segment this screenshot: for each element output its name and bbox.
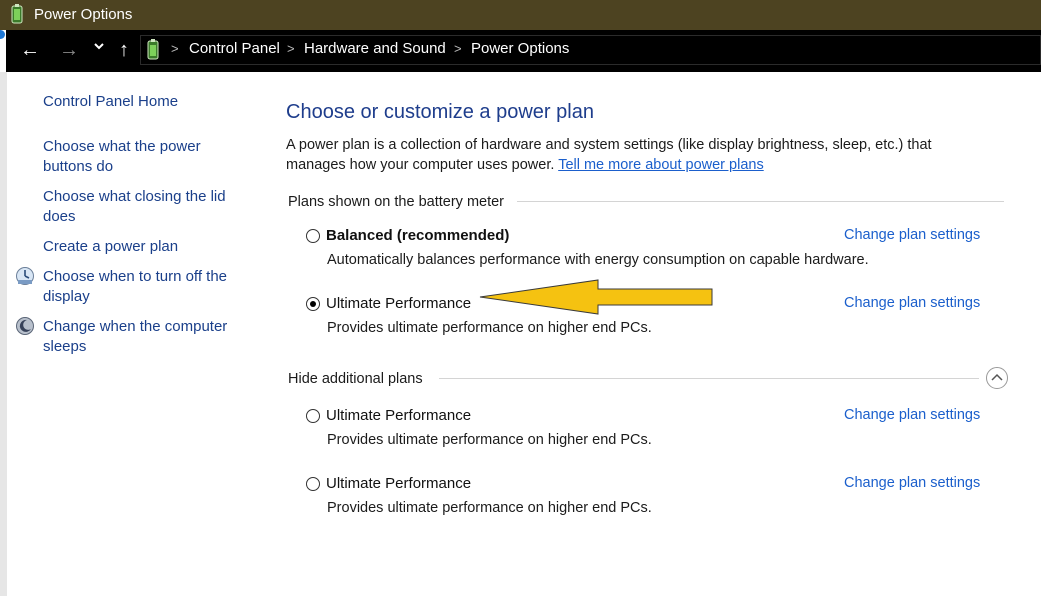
plan-name[interactable]: Balanced (recommended) [326, 227, 509, 244]
plan-radio-ultimate-performance[interactable] [306, 297, 320, 311]
change-plan-settings-link[interactable]: Change plan settings [844, 407, 980, 423]
plan-name[interactable]: Ultimate Performance [326, 475, 471, 492]
plan-description: Provides ultimate performance on higher … [327, 500, 652, 516]
change-plan-settings-link[interactable]: Change plan settings [844, 295, 980, 311]
window-title: Power Options [34, 6, 133, 23]
intro-line: manages how your computer uses power. [286, 157, 555, 173]
chevron-down-icon [94, 43, 104, 50]
sidebar-item-power-buttons[interactable]: Choose what the power buttons do [43, 137, 201, 177]
sidebar-item-label: Change when the computer [43, 318, 228, 335]
plan-radio-balanced[interactable] [306, 229, 320, 243]
sidebar-item-control-panel-home[interactable]: Control Panel Home [43, 92, 178, 112]
forward-button[interactable]: → [58, 38, 80, 62]
sidebar-item-label: Create a power plan [43, 238, 179, 255]
navigation-bar: ← → ↑ > Control Panel > Hardware and Sou… [0, 30, 1041, 72]
change-plan-settings-link[interactable]: Change plan settings [844, 475, 980, 491]
recent-locations-button[interactable] [88, 36, 110, 60]
sidebar-item-label: Choose what closing the lid [43, 188, 226, 205]
collapse-button[interactable] [986, 367, 1008, 389]
back-button[interactable]: ← [19, 38, 41, 62]
battery-meter-plans-label: Plans shown on the battery meter [288, 194, 505, 210]
plan-description: Provides ultimate performance on higher … [327, 432, 652, 448]
breadcrumb-separator: > [454, 41, 462, 56]
annotation-arrow-icon [479, 279, 713, 315]
sidebar-item-label: display [43, 288, 90, 305]
sidebar-item-create-plan[interactable]: Create a power plan [43, 237, 178, 257]
plan-name[interactable]: Ultimate Performance [326, 407, 471, 424]
left-gutter [0, 72, 7, 596]
power-options-icon [10, 4, 24, 28]
intro-line: A power plan is a collection of hardware… [286, 137, 932, 153]
intro-text: A power plan is a collection of hardware… [286, 135, 986, 175]
page-title: Choose or customize a power plan [286, 101, 594, 123]
plan-radio-ultimate-performance[interactable] [306, 409, 320, 423]
plan-description: Provides ultimate performance on higher … [327, 320, 652, 336]
address-bar[interactable]: > Control Panel > Hardware and Sound > P… [140, 35, 1041, 65]
breadcrumb-separator: > [171, 41, 179, 56]
sidebar-item-label: Control Panel Home [43, 93, 179, 110]
breadcrumb-hardware-and-sound[interactable]: Hardware and Sound [304, 40, 446, 57]
sidebar-item-label: Choose what the power [43, 138, 201, 155]
group-divider [439, 378, 979, 379]
plan-name[interactable]: Ultimate Performance [326, 295, 471, 312]
plan-description: Automatically balances performance with … [327, 252, 869, 268]
title-bar: Power Options [0, 0, 1041, 30]
sidebar-item-computer-sleeps[interactable]: Change when the computer sleeps [43, 317, 227, 357]
breadcrumb-control-panel[interactable]: Control Panel [189, 40, 280, 57]
hide-additional-plans-label: Hide additional plans [288, 371, 423, 387]
breadcrumb-separator: > [287, 41, 295, 56]
sidebar-item-closing-lid[interactable]: Choose what closing the lid does [43, 187, 226, 227]
display-icon [15, 266, 35, 291]
up-button[interactable]: ↑ [113, 38, 135, 62]
chevron-up-icon [991, 373, 1003, 381]
sidebar-item-label: sleeps [43, 338, 87, 355]
plan-radio-ultimate-performance[interactable] [306, 477, 320, 491]
breadcrumb-power-options[interactable]: Power Options [471, 40, 569, 57]
learn-more-link[interactable]: Tell me more about power plans [558, 157, 764, 173]
sidebar-item-label: buttons do [43, 158, 114, 175]
change-plan-settings-link[interactable]: Change plan settings [844, 227, 980, 243]
control-panel-icon [145, 39, 161, 66]
group-divider [517, 201, 1004, 202]
sidebar-item-turn-off-display[interactable]: Choose when to turn off the display [43, 267, 227, 307]
sleep-icon [15, 316, 35, 341]
sidebar-item-label: does [43, 208, 76, 225]
sidebar-item-label: Choose when to turn off the [43, 268, 228, 285]
